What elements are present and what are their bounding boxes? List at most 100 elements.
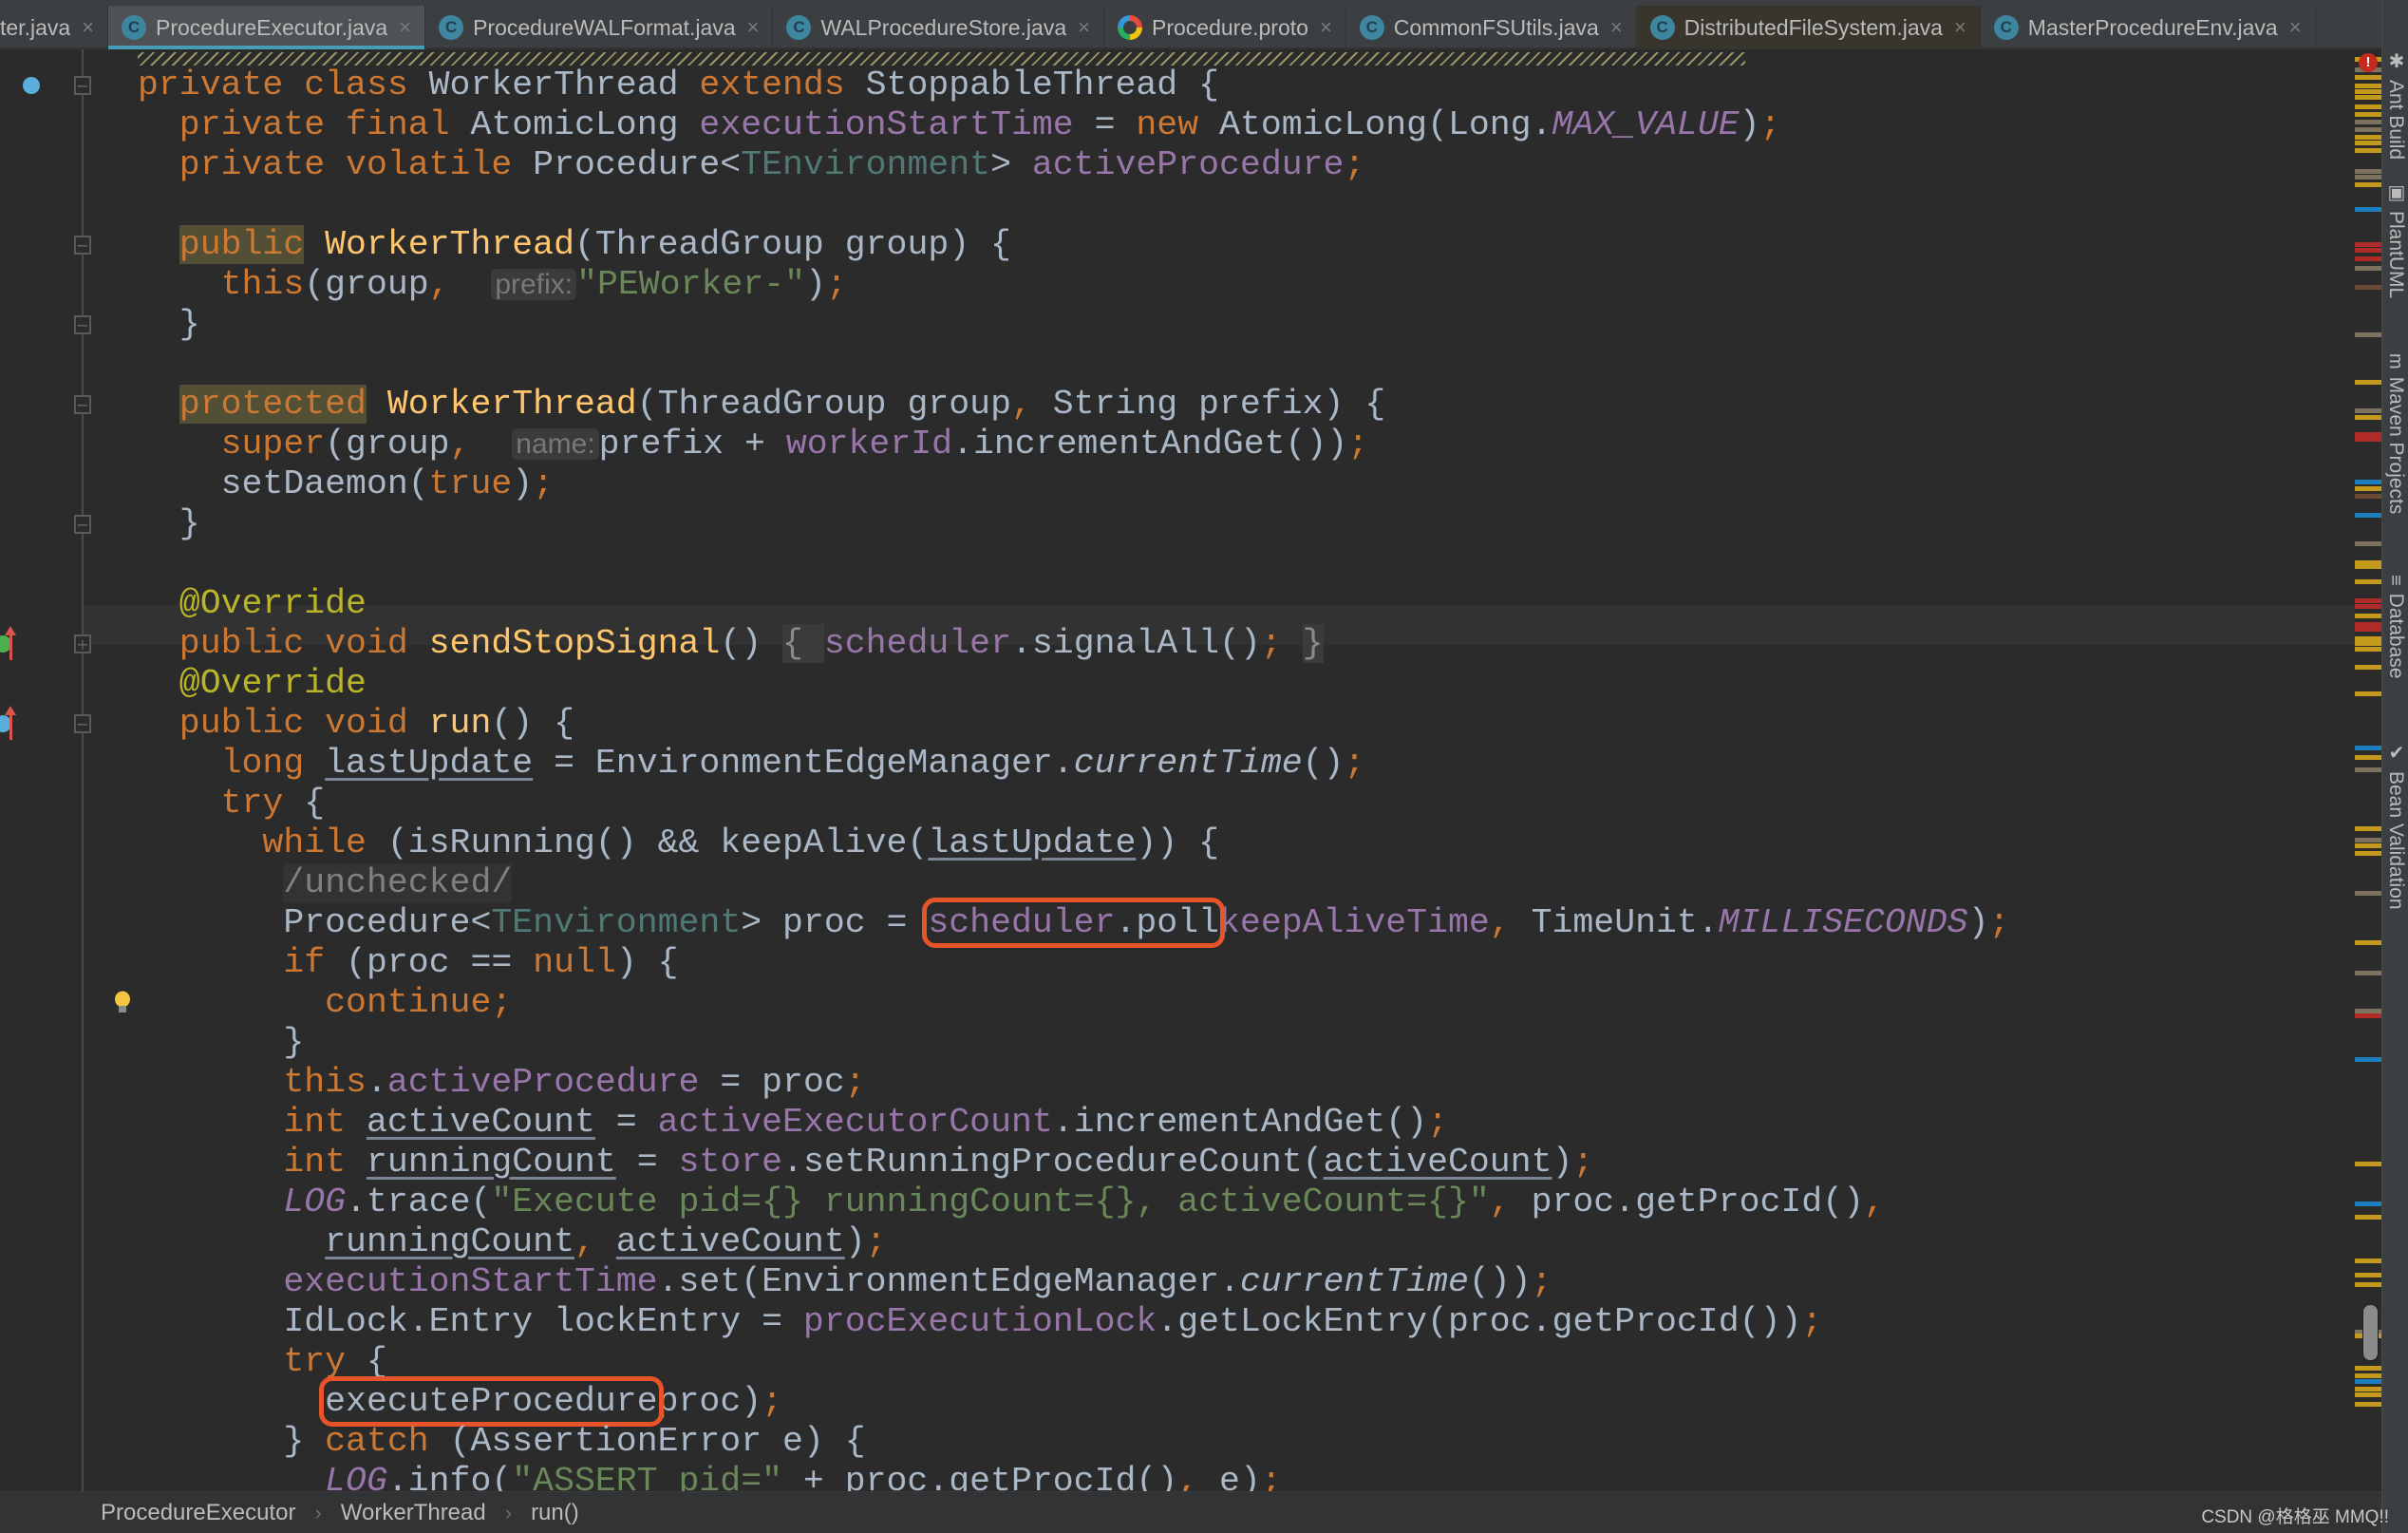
close-icon[interactable]: ×	[82, 15, 94, 40]
error-stripe-mark[interactable]	[2355, 437, 2381, 442]
tab-ter-java[interactable]: ter.java ×	[0, 6, 109, 49]
code-line[interactable]: int runningCount = store.setRunningProce…	[138, 1143, 1593, 1183]
overrides-arrow-icon[interactable]	[5, 706, 16, 740]
error-stripe-mark[interactable]	[2355, 1379, 2381, 1384]
tab-procedureexecutor-java[interactable]: C ProcedureExecutor.java ×	[108, 6, 426, 51]
error-stripe-mark[interactable]	[2355, 843, 2381, 848]
fold-collapse-icon[interactable]: −	[74, 315, 91, 334]
tool-window-database[interactable]: ≡ Database	[2384, 575, 2407, 679]
code-line[interactable]: try {	[138, 784, 326, 823]
code-line[interactable]: }	[138, 305, 200, 345]
code-line[interactable]: setDaemon(true);	[138, 464, 554, 504]
error-stripe-mark[interactable]	[2355, 141, 2381, 145]
fold-expand-icon[interactable]: +	[74, 634, 91, 653]
tab-procedurewalformat-java[interactable]: C ProcedureWALFormat.java ×	[425, 6, 774, 49]
error-stripe-mark[interactable]	[2355, 767, 2381, 772]
error-stripe-mark[interactable]	[2355, 838, 2381, 842]
code-line[interactable]: this(group, prefix: "PEWorker-");	[138, 265, 847, 305]
error-stripe-mark[interactable]	[2355, 641, 2381, 646]
close-icon[interactable]: ×	[747, 15, 760, 40]
code-line[interactable]: } catch (AssertionError e) {	[138, 1422, 865, 1462]
error-stripe-mark[interactable]	[2355, 112, 2381, 117]
error-stripe-mark[interactable]	[2355, 127, 2381, 132]
code-line[interactable]: LOG.info("ASSERT pid=" + proc.getProcId(…	[138, 1462, 1282, 1491]
tab-distributedfilesystem-java[interactable]: C DistributedFileSystem.java ×	[1636, 6, 1981, 49]
error-stripe-mark[interactable]	[2355, 380, 2381, 385]
error-stripe[interactable]	[2355, 49, 2381, 1491]
error-stripe-mark[interactable]	[2355, 285, 2381, 290]
error-stripe-mark[interactable]	[2355, 541, 2381, 546]
error-stripe-mark[interactable]	[2355, 604, 2381, 609]
close-icon[interactable]: ×	[1610, 15, 1623, 40]
breadcrumb-item[interactable]: ProcedureExecutor	[101, 1500, 295, 1526]
error-stripe-mark[interactable]	[2355, 1273, 2381, 1278]
code-line[interactable]: LOG.trace("Execute pid={} runningCount={…	[138, 1183, 1885, 1222]
intention-bulb-icon[interactable]	[114, 991, 131, 1015]
error-stripe-mark[interactable]	[2355, 826, 2381, 831]
code-line[interactable]: while (isRunning() && keepAlive(lastUpda…	[138, 823, 1219, 863]
error-stripe-mark[interactable]	[2355, 579, 2381, 584]
error-stripe-mark[interactable]	[2355, 614, 2381, 618]
code-line[interactable]: private volatile Procedure<TEnvironment>…	[138, 145, 1365, 185]
code-line[interactable]: runningCount, activeCount);	[138, 1222, 886, 1262]
fold-collapse-icon[interactable]: −	[74, 76, 91, 95]
code-line[interactable]: super(group, name: prefix + workerId.incr…	[138, 425, 1369, 464]
error-stripe-mark[interactable]	[2355, 627, 2381, 632]
subclassed-icon[interactable]	[23, 77, 40, 94]
close-icon[interactable]: ×	[399, 15, 411, 40]
error-stripe-mark[interactable]	[2355, 75, 2381, 80]
tool-window-ant-build[interactable]: ✱ Ant Build	[2384, 49, 2407, 160]
code-line[interactable]: private final AtomicLong executionStartT…	[138, 105, 1781, 145]
error-stripe-mark[interactable]	[2355, 480, 2381, 484]
close-icon[interactable]: ×	[2289, 15, 2302, 40]
code-line[interactable]: executeProcedureproc);	[138, 1376, 782, 1427]
error-stripe-mark[interactable]	[2355, 169, 2381, 174]
code-line[interactable]: if (proc == null) {	[138, 943, 678, 983]
error-stripe-mark[interactable]	[2355, 1259, 2381, 1263]
code-line[interactable]: @Override	[138, 584, 367, 624]
fold-collapse-icon[interactable]: −	[74, 515, 91, 534]
error-stripe-mark[interactable]	[2355, 1162, 2381, 1166]
error-stripe-mark[interactable]	[2355, 755, 2381, 760]
error-stripe-mark[interactable]	[2355, 746, 2381, 750]
code-editor[interactable]: − − − − − − + private class WorkerThread exten…	[0, 49, 2355, 1491]
code-line[interactable]: public void sendStopSignal() { scheduler…	[138, 624, 1324, 664]
error-stripe-mark[interactable]	[2355, 1392, 2381, 1397]
error-stripe-mark[interactable]	[2355, 1373, 2381, 1378]
error-stripe-mark[interactable]	[2355, 1366, 2381, 1371]
code-line[interactable]: @Override	[138, 664, 367, 704]
error-stripe-mark[interactable]	[2355, 891, 2381, 896]
code-line[interactable]: this.activeProcedure = proc;	[138, 1063, 865, 1103]
error-stripe-mark[interactable]	[2355, 1402, 2381, 1407]
code-line[interactable]: }	[138, 504, 200, 544]
code-line[interactable]: Procedure<TEnvironment> proc = scheduler…	[138, 898, 2009, 948]
code-line[interactable]: IdLock.Entry lockEntry = procExecutionLo…	[138, 1302, 1822, 1342]
error-stripe-mark[interactable]	[2355, 940, 2381, 945]
error-stripe-mark[interactable]	[2355, 513, 2381, 518]
error-stripe-mark[interactable]	[2355, 95, 2381, 100]
error-stripe-mark[interactable]	[2355, 1282, 2381, 1287]
error-stripe-mark[interactable]	[2355, 647, 2381, 652]
error-stripe-mark[interactable]	[2355, 256, 2381, 261]
error-stripe-mark[interactable]	[2355, 135, 2381, 140]
error-stripe-mark[interactable]	[2355, 1057, 2381, 1062]
tool-window-bean-validation[interactable]: ✔ Bean Validation	[2384, 741, 2407, 910]
error-stripe-mark[interactable]	[2355, 851, 2381, 856]
error-stripe-mark[interactable]	[2355, 248, 2381, 253]
error-stripe-mark[interactable]	[2355, 1013, 2381, 1018]
code-line[interactable]: long lastUpdate = EnvironmentEdgeManager…	[138, 744, 1365, 784]
error-stripe-mark[interactable]	[2355, 266, 2381, 271]
code-line[interactable]: /unchecked/	[138, 863, 513, 903]
code-line[interactable]: public WorkerThread(ThreadGroup group) {	[138, 225, 1011, 265]
error-stripe-mark[interactable]	[2355, 89, 2381, 94]
code-line[interactable]: }	[138, 1023, 304, 1063]
breadcrumb-item[interactable]: run()	[531, 1500, 579, 1526]
error-stripe-mark[interactable]	[2355, 84, 2381, 88]
close-icon[interactable]: ×	[1320, 15, 1332, 40]
error-stripe-mark[interactable]	[2355, 971, 2381, 975]
close-icon[interactable]: ×	[1078, 15, 1090, 40]
error-stripe-mark[interactable]	[2355, 1202, 2381, 1206]
code-line[interactable]: int activeCount = activeExecutorCount.in…	[138, 1103, 1448, 1143]
breadcrumb-item[interactable]: WorkerThread	[341, 1500, 486, 1526]
fold-collapse-icon[interactable]: −	[74, 236, 91, 255]
